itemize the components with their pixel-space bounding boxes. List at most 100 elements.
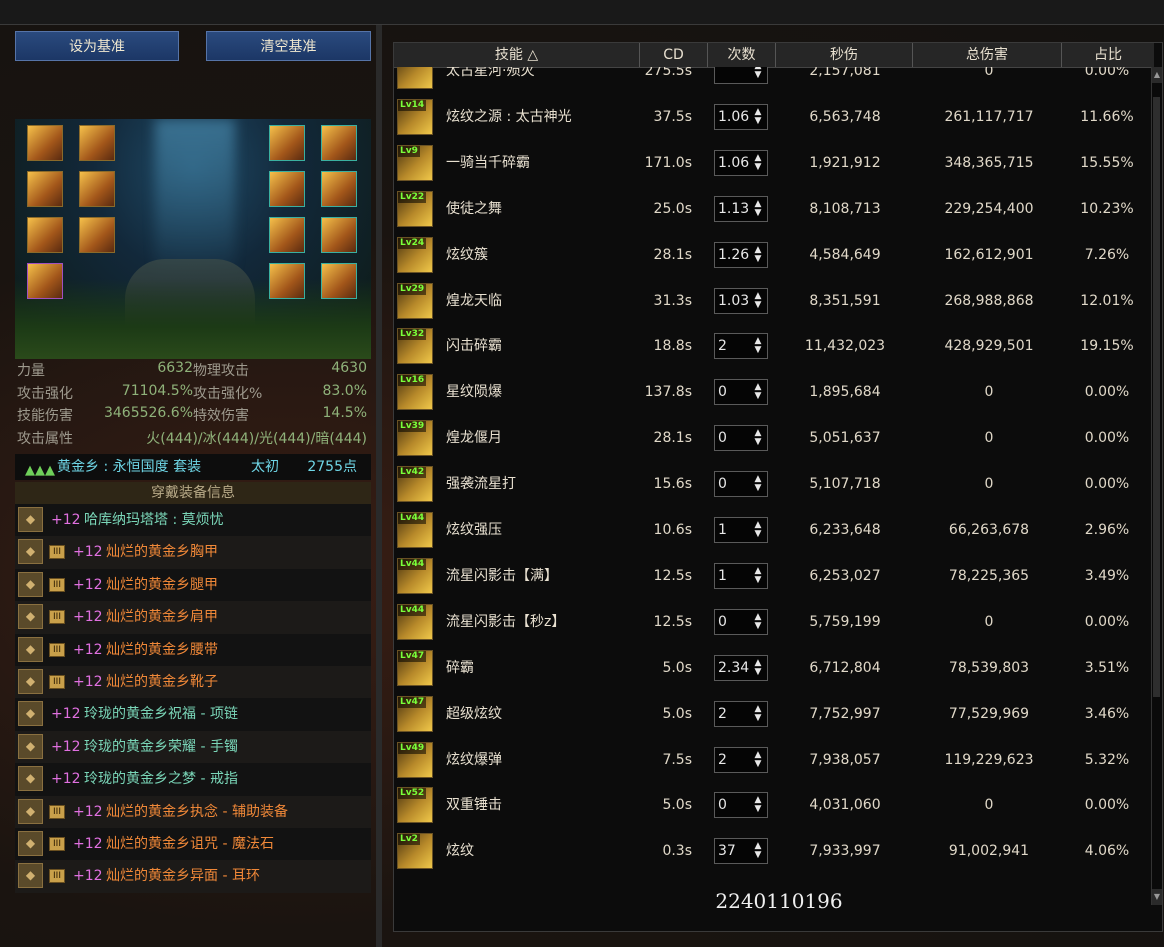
column-dps[interactable]: 秒伤 <box>776 43 913 67</box>
count-value[interactable]: 0 <box>718 472 727 496</box>
count-value[interactable]: 2.34 <box>718 656 749 680</box>
count-value[interactable]: 2 <box>718 748 727 772</box>
count-spinner[interactable]: 1.06 ▲ ▼ <box>714 149 768 176</box>
column-count[interactable]: 次数 <box>708 43 776 67</box>
column-total[interactable]: 总伤害 <box>913 43 1062 67</box>
equipment-level: +12 <box>73 544 103 561</box>
equipment-row[interactable]: ◆ III +12 灿烂的黄金乡靴子 <box>15 665 371 699</box>
spinner-arrows-icon[interactable]: ▲▼ <box>752 566 764 585</box>
skill-total-damage: 162,612,901 <box>944 246 1034 263</box>
count-spinner[interactable]: 2 ▲ ▼ <box>714 700 768 727</box>
equipment-name: 灿烂的黄金乡诅咒 - 魔法石 <box>106 835 274 852</box>
count-value[interactable]: 1.06 <box>718 105 749 129</box>
count-spinner[interactable]: 0 ▲ ▼ <box>714 471 768 498</box>
count-spinner[interactable]: 1.03 ▲ ▼ <box>714 287 768 314</box>
spinner-arrows-icon[interactable]: ▲▼ <box>752 199 764 218</box>
count-spinner[interactable]: 1 ▲ ▼ <box>714 562 768 589</box>
spinner-arrows-icon[interactable]: ▲▼ <box>752 521 764 539</box>
boots-slot-icon[interactable] <box>27 263 63 299</box>
earring-slot-icon[interactable] <box>321 263 357 299</box>
spinner-arrows-icon[interactable]: ▲▼ <box>752 842 764 860</box>
table-row: Lv42 强袭流星打 15.6s 0 ▲ ▼ 5,107,718 0 0.00% <box>394 461 1154 507</box>
equipment-row[interactable]: ◆ III +12 灿烂的黄金乡诅咒 - 魔法石 <box>15 827 371 861</box>
count-value[interactable]: 2 <box>718 334 727 358</box>
weapon-slot-icon[interactable] <box>27 125 63 161</box>
spinner-arrows-icon[interactable]: ▲▼ <box>752 107 764 126</box>
spinner-arrows-icon[interactable]: ▲▼ <box>752 750 764 769</box>
clear-baseline-button[interactable]: 清空基准 <box>206 31 371 61</box>
count-spinner[interactable]: 0 ▲ ▼ <box>714 425 768 452</box>
equipment-row[interactable]: ◆ +12 玲珑的黄金乡之梦 - 戒指 <box>15 763 371 796</box>
spinner-arrows-icon[interactable]: ▲▼ <box>752 658 764 677</box>
chest-slot-icon[interactable] <box>79 171 115 207</box>
count-value[interactable]: 0 <box>718 380 727 404</box>
count-spinner[interactable]: 2 ▲ ▼ <box>714 746 768 773</box>
count-value[interactable]: 1.13 <box>718 197 749 221</box>
spinner-arrows-icon[interactable]: ▲▼ <box>752 337 764 355</box>
equipment-row[interactable]: ◆ III +12 灿烂的黄金乡执念 - 辅助装备 <box>15 795 371 828</box>
skill-icon: Lv2 <box>397 833 433 870</box>
spinner-arrows-icon[interactable]: ▲▼ <box>752 612 764 631</box>
count-spinner[interactable]: 2.34 ▲ ▼ <box>714 654 768 681</box>
spinner-arrows-icon[interactable]: ▲▼ <box>752 704 764 723</box>
ring-slot-icon[interactable] <box>269 217 305 253</box>
count-value[interactable]: 1 <box>718 564 727 588</box>
title-slot-icon[interactable] <box>79 125 115 161</box>
creature-slot-icon[interactable] <box>321 125 357 161</box>
bracelet-slot-icon[interactable] <box>321 171 357 207</box>
count-value[interactable]: 1.03 <box>718 289 749 313</box>
skill-icon: Lv49 <box>397 741 433 778</box>
count-spinner[interactable]: 0 ▲ ▼ <box>714 792 768 819</box>
column-ratio[interactable]: 占比 <box>1062 43 1154 67</box>
equipment-row[interactable]: ◆ +12 玲珑的黄金乡荣耀 - 手镯 <box>15 730 371 764</box>
spinner-arrows-icon[interactable]: ▲▼ <box>752 383 764 401</box>
scroll-up-icon[interactable]: ▲ <box>1152 67 1162 83</box>
column-cd[interactable]: CD <box>640 43 708 67</box>
count-spinner[interactable]: 1.06 ▲ ▼ <box>714 103 768 130</box>
count-value[interactable]: 37 <box>718 839 736 863</box>
count-value[interactable]: 0 <box>718 793 727 817</box>
set-baseline-button[interactable]: 设为基准 <box>15 31 179 61</box>
skill-dps: 6,712,804 <box>809 659 881 676</box>
equipment-row[interactable]: ◆ III +12 灿烂的黄金乡异面 - 耳环 <box>15 860 371 893</box>
spinner-arrows-icon[interactable]: ▲▼ <box>752 245 764 264</box>
equipment-row[interactable]: ◆ III +12 灿烂的黄金乡腿甲 <box>15 568 371 602</box>
count-value[interactable]: 1.06 <box>718 151 749 175</box>
spinner-arrows-icon[interactable]: ▲▼ <box>752 475 764 493</box>
count-spinner[interactable]: 1.13 ▲ ▼ <box>714 195 768 222</box>
spinner-arrows-icon[interactable]: ▲▼ <box>752 291 764 310</box>
count-spinner[interactable]: 37 ▲ ▼ <box>714 838 768 865</box>
count-value[interactable]: 1 <box>718 518 727 542</box>
count-spinner[interactable]: 1.26 ▲ ▼ <box>714 241 768 268</box>
count-spinner[interactable]: 1 ▲ ▼ <box>714 517 768 543</box>
count-value[interactable]: 0 <box>718 426 727 450</box>
equipment-row[interactable]: ◆ III +12 灿烂的黄金乡腰带 <box>15 633 371 666</box>
table-scrollbar[interactable]: ▲ ▼ <box>1151 67 1162 905</box>
spinner-arrows-icon[interactable]: ▲▼ <box>752 429 764 447</box>
count-spinner[interactable]: ▲▼ <box>714 67 768 84</box>
shoulder-slot-icon[interactable] <box>27 171 63 207</box>
count-spinner[interactable]: 2 ▲ ▼ <box>714 333 768 360</box>
equipment-row[interactable]: ◆ +12 玲珑的黄金乡祝福 - 项链 <box>15 698 371 731</box>
count-spinner[interactable]: 0 ▲ ▼ <box>714 608 768 635</box>
necklace-slot-icon[interactable] <box>269 171 305 207</box>
equipment-row[interactable]: ◆ III +12 灿烂的黄金乡胸甲 <box>15 536 371 569</box>
leg-slot-icon[interactable] <box>79 217 115 253</box>
equipment-row[interactable]: ◆ III +12 灿烂的黄金乡肩甲 <box>15 601 371 634</box>
stat-row: 力量 6632 物理攻击 4630 <box>17 360 367 379</box>
column-skill[interactable]: 技能 △ <box>394 43 640 67</box>
belt-slot-icon[interactable] <box>27 217 63 253</box>
support-slot-icon[interactable] <box>321 217 357 253</box>
scroll-thumb[interactable] <box>1153 97 1160 697</box>
count-value[interactable]: 0 <box>718 610 727 634</box>
count-value[interactable]: 1.26 <box>718 243 749 267</box>
spinner-arrows-icon[interactable]: ▲▼ <box>752 153 764 172</box>
count-value[interactable]: 2 <box>718 702 727 726</box>
pet-slot-icon[interactable] <box>269 125 305 161</box>
spinner-arrows-icon[interactable]: ▲▼ <box>752 796 764 814</box>
table-row: Lv49 炫纹爆弹 7.5s 2 ▲ ▼ 7,938,057 119,229,623 5.32% <box>394 737 1154 783</box>
count-spinner[interactable]: 0 ▲ ▼ <box>714 379 768 406</box>
magic-stone-slot-icon[interactable] <box>269 263 305 299</box>
spinner-arrows-icon[interactable]: ▲▼ <box>752 67 764 80</box>
equipment-row[interactable]: ◆ +12 哈库纳玛塔塔 : 莫烦忧 <box>15 504 371 537</box>
